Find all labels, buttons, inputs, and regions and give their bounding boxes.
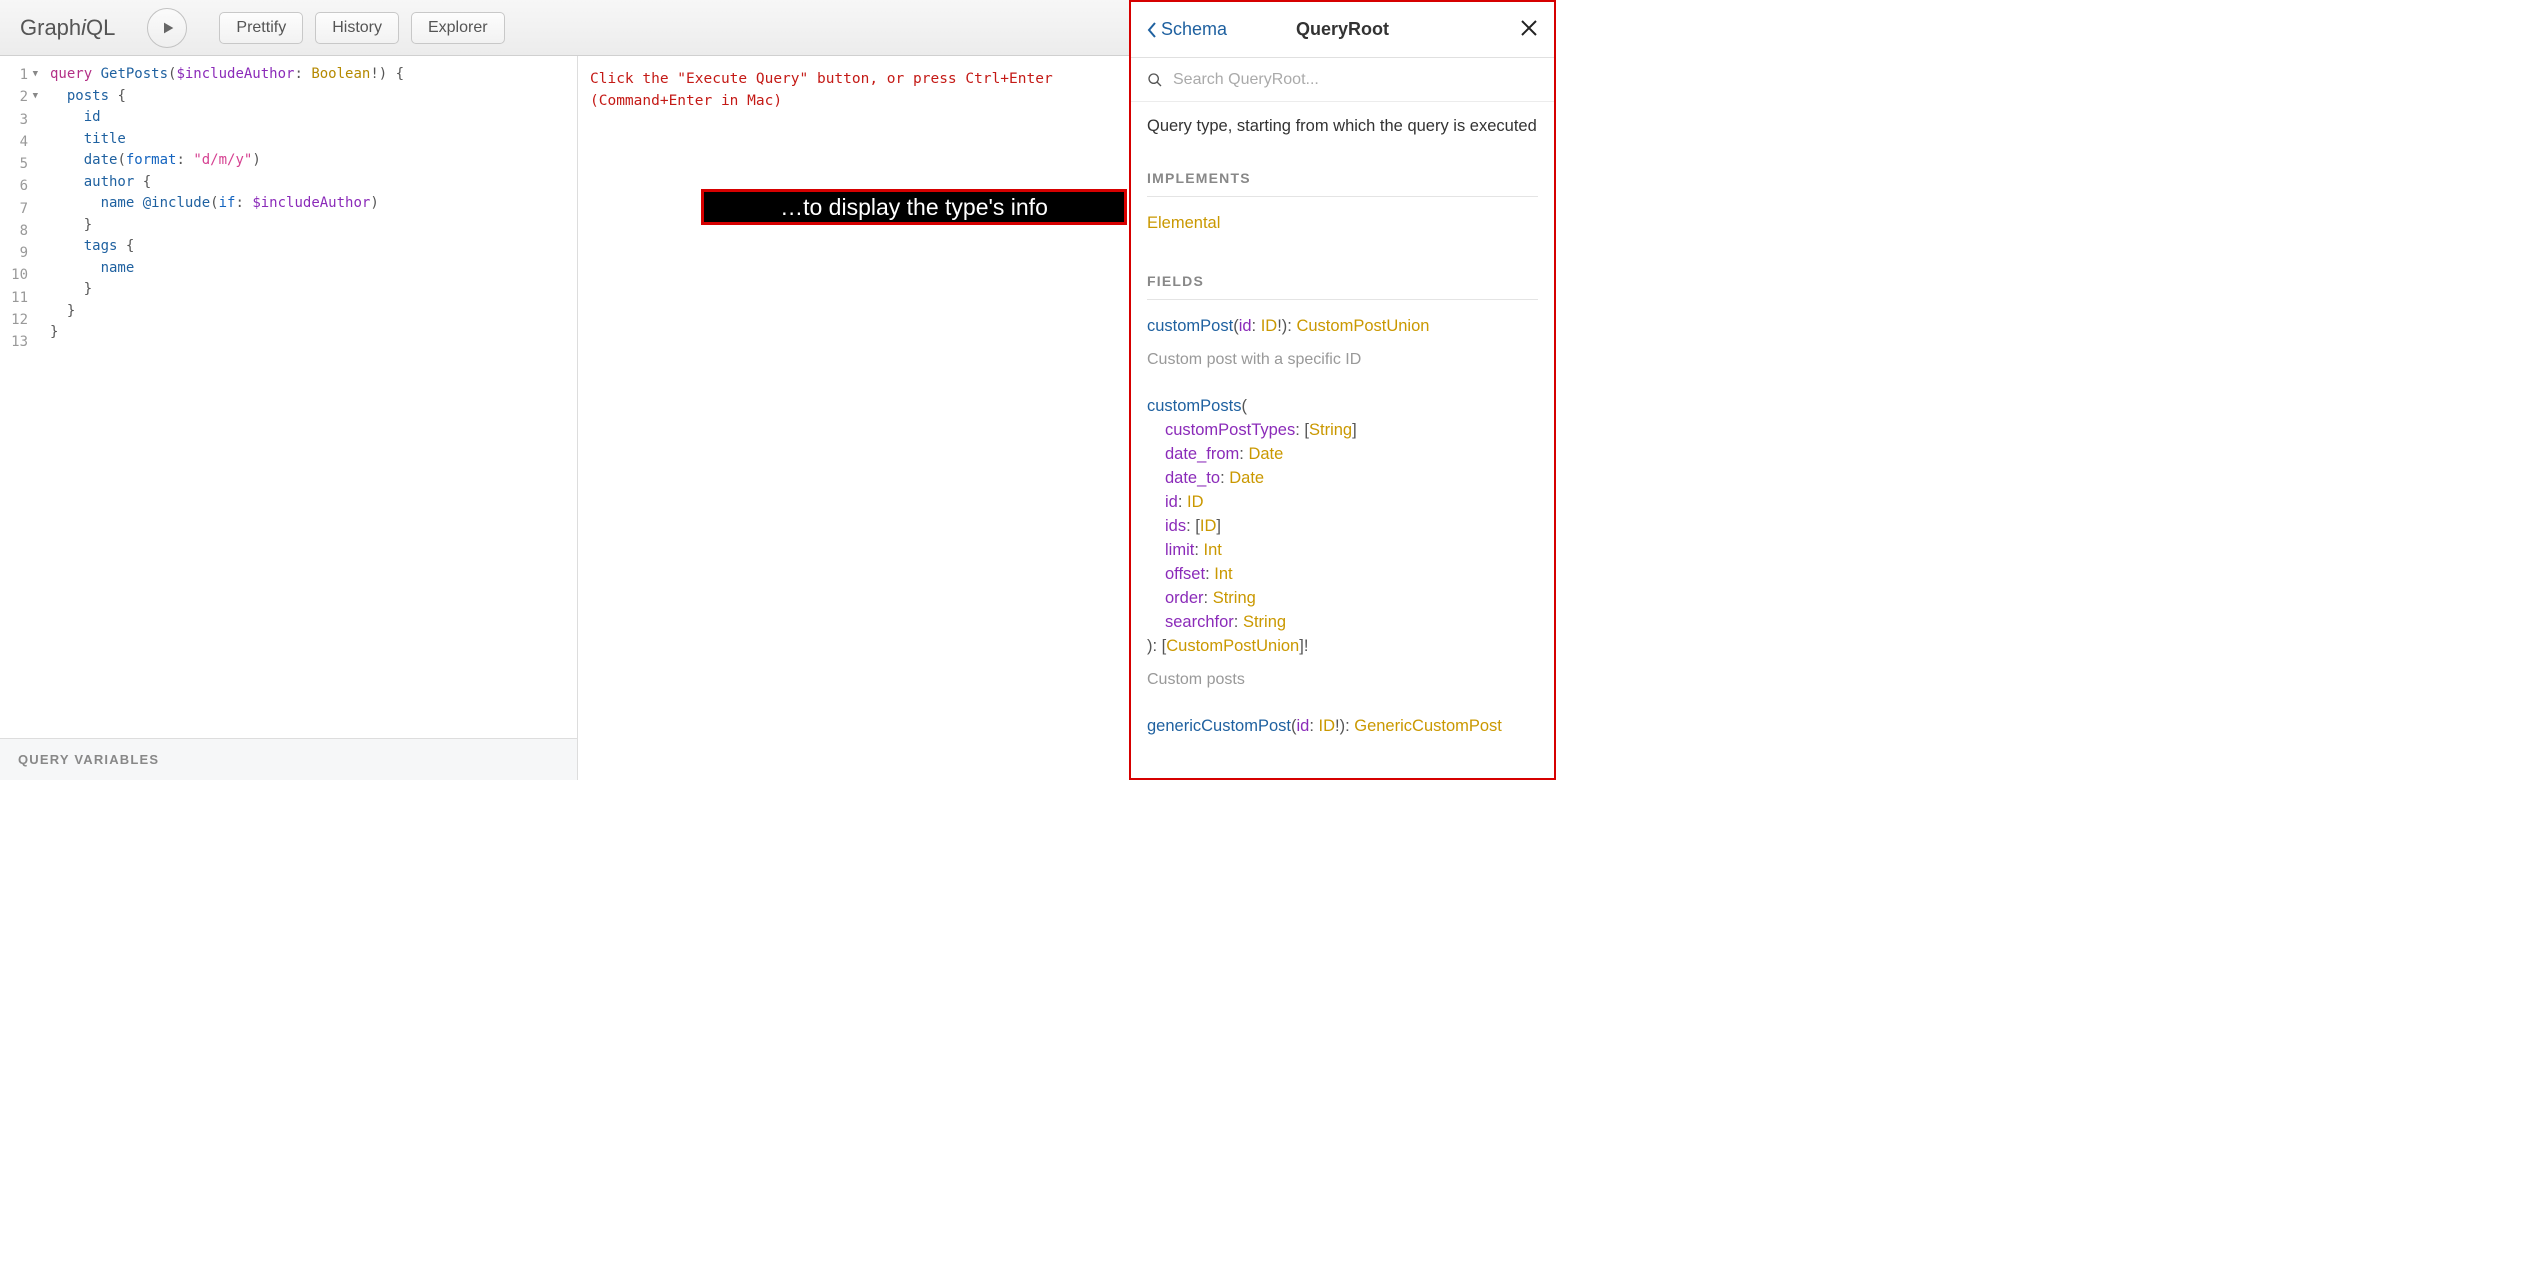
- editor-content[interactable]: 1▼ 2▼ 3 4 5 6 7 8 9 10 11 12 13 query Ge…: [0, 56, 577, 738]
- doc-field-name[interactable]: customPosts: [1147, 397, 1241, 415]
- explorer-button[interactable]: Explorer: [411, 12, 505, 44]
- doc-fields-header: FIELDS: [1147, 269, 1538, 300]
- doc-implements-type[interactable]: Elemental: [1147, 214, 1220, 232]
- doc-field-name[interactable]: customPost: [1147, 317, 1233, 335]
- play-icon: [160, 20, 176, 36]
- doc-field-customPost: customPost(id: ID!): CustomPostUnion: [1147, 314, 1538, 338]
- doc-close-button[interactable]: [1520, 17, 1538, 43]
- doc-title: QueryRoot: [1296, 19, 1389, 40]
- search-icon: [1147, 72, 1163, 88]
- doc-field-desc: Custom posts: [1147, 668, 1538, 692]
- close-icon: [1520, 19, 1538, 37]
- doc-return-type[interactable]: CustomPostUnion: [1296, 317, 1429, 335]
- doc-implements-header: IMPLEMENTS: [1147, 166, 1538, 197]
- logo: GraphiQL: [20, 15, 115, 41]
- chevron-left-icon: [1147, 22, 1157, 38]
- query-variables-bar[interactable]: QUERY VARIABLES: [0, 738, 577, 780]
- doc-arg-name: id: [1239, 317, 1252, 335]
- editor-pane: 1▼ 2▼ 3 4 5 6 7 8 9 10 11 12 13 query Ge…: [0, 56, 578, 780]
- doc-search-input[interactable]: [1173, 71, 1538, 89]
- doc-field-genericCustomPost: genericCustomPost(id: ID!): GenericCusto…: [1147, 714, 1538, 738]
- logo-graph: Graph: [20, 15, 81, 41]
- logo-ql: QL: [86, 15, 115, 41]
- doc-back-label: Schema: [1161, 19, 1227, 40]
- doc-field-name[interactable]: genericCustomPost: [1147, 717, 1291, 735]
- editor-gutter: 1▼ 2▼ 3 4 5 6 7 8 9 10 11 12 13: [0, 64, 46, 738]
- editor-code[interactable]: query GetPosts($includeAuthor: Boolean!)…: [46, 64, 577, 738]
- prettify-button[interactable]: Prettify: [219, 12, 303, 44]
- doc-header: Schema QueryRoot: [1131, 2, 1554, 58]
- doc-field-customPosts: customPosts( customPostTypes: [String] d…: [1147, 394, 1538, 658]
- doc-search: [1131, 58, 1554, 102]
- doc-body[interactable]: Query type, starting from which the quer…: [1131, 102, 1554, 778]
- history-button[interactable]: History: [315, 12, 399, 44]
- doc-arg-type[interactable]: ID: [1261, 317, 1278, 335]
- doc-explorer: Schema QueryRoot Query type, starting fr…: [1129, 0, 1556, 780]
- doc-field-desc: Custom post with a specific ID: [1147, 348, 1538, 372]
- doc-type-description: Query type, starting from which the quer…: [1147, 114, 1538, 138]
- annotation-overlay: …to display the type's info: [701, 189, 1127, 225]
- execute-button[interactable]: [147, 8, 187, 48]
- doc-back-button[interactable]: Schema: [1147, 19, 1227, 40]
